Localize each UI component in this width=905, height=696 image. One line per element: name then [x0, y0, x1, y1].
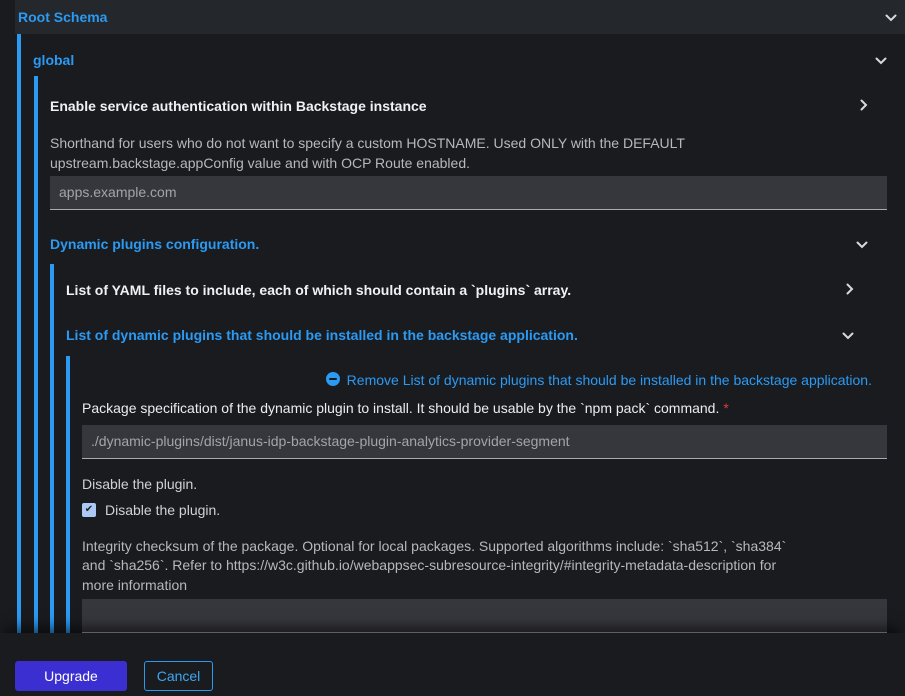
remove-link-label: Remove List of dynamic plugins that shou…	[347, 373, 872, 388]
chevron-right-icon	[860, 98, 868, 114]
host-input[interactable]	[50, 176, 887, 210]
schema-form: Root Schema global Enable service authen…	[0, 0, 905, 633]
section-toggle-yaml-files[interactable]: List of YAML files to include, each of w…	[66, 282, 905, 298]
integrity-field-description: Integrity checksum of the package. Optio…	[82, 537, 798, 596]
dynamic-plugins-body: List of YAML files to include, each of w…	[50, 264, 905, 634]
disable-checkbox-row: Disable the plugin.	[82, 502, 905, 518]
section-toggle-dynamic-plugins[interactable]: Dynamic plugins configuration.	[50, 236, 905, 252]
disable-field-label: Disable the plugin.	[82, 477, 905, 492]
dynamic-plugins-section-label: Dynamic plugins configuration.	[50, 236, 259, 252]
section-toggle-plugins-list[interactable]: List of dynamic plugins that should be i…	[66, 327, 905, 343]
remove-plugins-list-link[interactable]: Remove List of dynamic plugins that shou…	[82, 372, 872, 389]
global-section-body: Enable service authentication within Bac…	[34, 76, 905, 634]
host-field-description: Shorthand for users who do not want to s…	[50, 133, 860, 173]
integrity-input[interactable]	[82, 599, 887, 633]
required-marker: *	[723, 400, 728, 416]
upgrade-button[interactable]: Upgrade	[15, 661, 127, 691]
auth-item-label: Enable service authentication within Bac…	[50, 98, 427, 114]
root-schema-body: global Enable service authentication wit…	[17, 34, 905, 634]
cancel-button[interactable]: Cancel	[144, 661, 213, 691]
package-field-label: Package specification of the dynamic plu…	[82, 400, 905, 416]
package-input[interactable]	[82, 425, 887, 459]
global-section-label: global	[33, 52, 74, 68]
plugins-list-section-label: List of dynamic plugins that should be i…	[66, 327, 578, 343]
section-toggle-auth[interactable]: Enable service authentication within Bac…	[50, 98, 905, 114]
form-footer: Upgrade Cancel	[0, 633, 905, 696]
chevron-down-icon	[875, 52, 887, 68]
chevron-down-icon	[856, 236, 868, 252]
root-schema-title: Root Schema	[18, 9, 107, 25]
chevron-right-icon	[846, 282, 854, 298]
disable-checkbox[interactable]	[82, 503, 96, 517]
plugins-list-body: Remove List of dynamic plugins that shou…	[66, 356, 905, 634]
yaml-item-label: List of YAML files to include, each of w…	[66, 282, 571, 298]
chevron-down-icon	[885, 9, 897, 25]
package-label-text: Package specification of the dynamic plu…	[82, 400, 719, 416]
root-schema-toggle[interactable]: Root Schema	[15, 0, 905, 34]
minus-circle-icon	[326, 372, 340, 389]
chevron-down-icon	[842, 327, 854, 343]
disable-checkbox-label: Disable the plugin.	[105, 502, 220, 518]
section-toggle-global[interactable]: global	[33, 52, 905, 68]
